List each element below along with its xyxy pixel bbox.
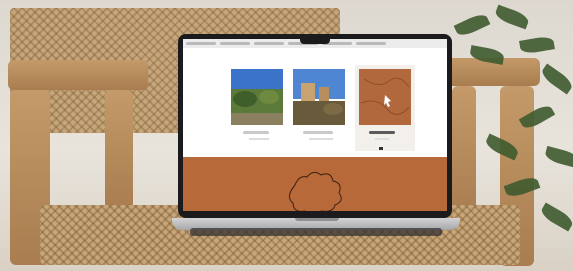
photo-caption-2 — [303, 131, 333, 134]
plant-leaf — [493, 4, 531, 30]
plant-leaf — [539, 63, 573, 95]
photo-subcaption-2 — [309, 138, 333, 140]
browser-tab[interactable] — [186, 42, 216, 45]
photo-ruins[interactable] — [293, 69, 345, 125]
laptop-display — [183, 39, 447, 211]
chair-right-post — [452, 86, 476, 216]
plant-leaf — [538, 202, 573, 232]
camera-notch — [300, 39, 330, 44]
footer-map-outline — [289, 171, 342, 211]
browser-tab[interactable] — [254, 42, 284, 45]
plant-leaf — [519, 35, 555, 55]
photo-subcaption-1 — [249, 138, 269, 140]
laptop-screen — [178, 34, 452, 218]
laptop-hinge-notch — [295, 218, 339, 221]
chair-left-arm — [8, 60, 148, 90]
browser-tab[interactable] — [356, 42, 386, 45]
photo-action-dot[interactable] — [379, 147, 383, 150]
photo-scene — [0, 0, 573, 271]
laptop-keyboard — [190, 228, 442, 236]
photo-landscape[interactable] — [231, 69, 283, 125]
plant-leaf — [453, 11, 491, 39]
photo-caption-1 — [243, 131, 269, 134]
photo-map[interactable] — [359, 69, 411, 125]
plant-leaf — [543, 145, 573, 169]
photo-subcaption-3 — [375, 138, 389, 140]
photo-caption-3 — [369, 131, 395, 134]
browser-tab[interactable] — [220, 42, 250, 45]
page-footer — [183, 157, 447, 211]
chair-left-leg-back — [105, 90, 133, 210]
